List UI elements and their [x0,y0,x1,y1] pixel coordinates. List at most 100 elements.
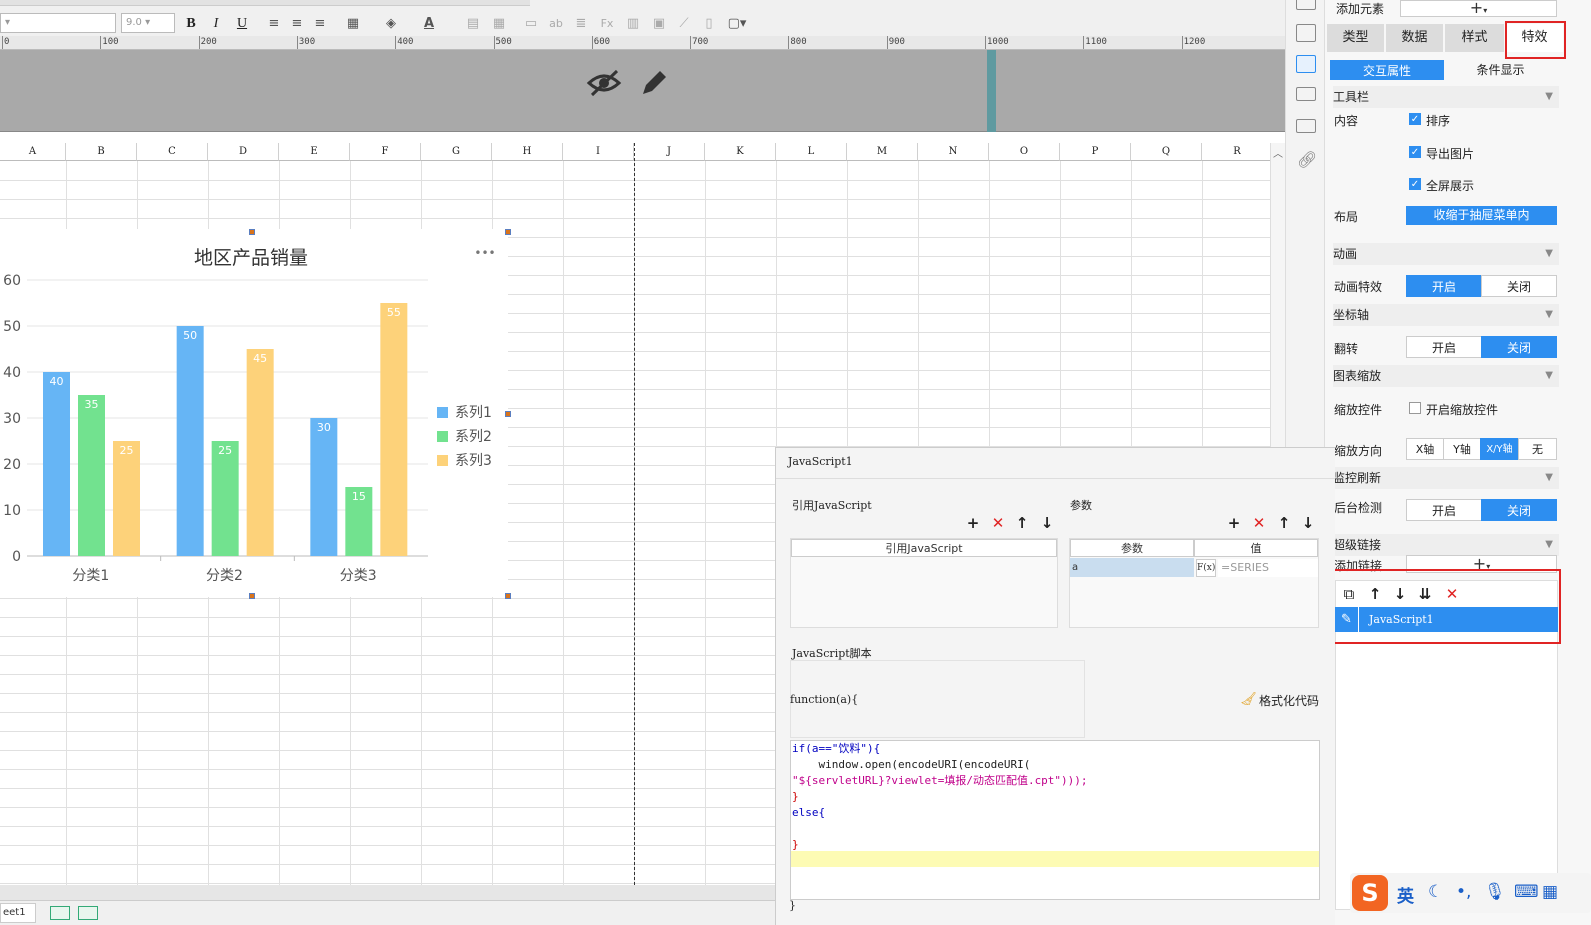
legend-label[interactable]: 系列2 [455,429,492,445]
textbox-icon[interactable]: ▭ [520,13,542,35]
hide-eye-icon[interactable] [586,68,622,98]
add-element-button[interactable]: +▾ [1400,0,1557,17]
chart-more-menu[interactable]: ••• [474,246,495,260]
column-header-i[interactable]: I [563,143,634,161]
zoom-dir-xy[interactable]: X/Y轴 [1480,438,1519,460]
column-header-e[interactable]: E [279,143,350,161]
italic-button[interactable]: I [205,13,227,35]
align-right-icon[interactable]: ≡ [309,13,331,35]
border-icon[interactable]: ▦ [342,13,364,35]
column-header-a[interactable]: A [0,143,66,161]
animation-on-button[interactable]: 开启 [1406,275,1482,297]
keyboard-icon[interactable]: ⌨ [1514,882,1539,902]
backend-off-button[interactable]: 关闭 [1481,499,1557,521]
grid-menu-icon[interactable]: ▦ [1542,882,1558,902]
column-header-h[interactable]: H [492,143,563,161]
add-ref-icon[interactable]: + [965,515,981,531]
resize-handle-bottom-right[interactable] [505,593,511,599]
ime-language-toggle[interactable]: 英 [1397,882,1414,907]
font-family-select[interactable]: ▾ [0,13,116,33]
bar[interactable] [43,372,70,556]
zoom-dir-y[interactable]: Y轴 [1443,438,1481,460]
move-param-down-icon[interactable]: ↓ [1300,515,1316,531]
column-header-k[interactable]: K [705,143,776,161]
bold-button[interactable]: B [180,13,202,35]
delete-param-icon[interactable]: ✕ [1251,515,1267,531]
legend-swatch[interactable] [437,407,448,418]
column-header-p[interactable]: P [1060,143,1131,161]
bar[interactable] [113,441,140,556]
section-axis[interactable]: 坐标轴 ▼ [1333,304,1559,326]
document-tab-strip[interactable] [0,0,530,6]
column-header-f[interactable]: F [350,143,421,161]
layout-icon[interactable] [1296,0,1316,10]
zoom-control-checkbox[interactable] [1409,402,1421,414]
frame-icon[interactable]: ▢▾ [726,13,748,35]
dataset-icon[interactable] [1296,24,1316,42]
bar[interactable] [176,326,204,556]
align-center-icon[interactable]: ≡ [286,13,308,35]
section-monitor-refresh[interactable]: 监控刷新 ▼ [1333,467,1559,489]
param-value-input[interactable]: =SERIES [1218,559,1318,577]
broom-icon[interactable]: 🧹︎ [1240,692,1257,707]
add-param-icon[interactable]: + [1226,515,1242,531]
font-size-select[interactable]: 9.0 ▾ [121,13,175,33]
edit-pencil-icon[interactable] [638,67,670,99]
legend-label[interactable]: 系列1 [455,405,492,421]
wrap-icon[interactable]: ≣ [570,13,592,35]
merge-cells-icon[interactable]: ▤ [462,13,484,35]
column-header-q[interactable]: Q [1131,143,1202,161]
subtab-condition[interactable]: 条件显示 [1444,60,1557,80]
resize-handle-bottom[interactable] [249,593,255,599]
zoom-dir-x[interactable]: X轴 [1406,438,1444,460]
flip-on-button[interactable]: 开启 [1406,336,1482,358]
resize-handle-right[interactable] [505,411,511,417]
bar[interactable] [246,349,274,556]
font-color-icon[interactable]: A [418,13,440,35]
fill-color-icon[interactable]: ◈ [380,13,402,35]
delete-ref-icon[interactable]: ✕ [990,515,1006,531]
column-header-b[interactable]: B [66,143,137,161]
bar[interactable] [380,303,408,556]
column-header-l[interactable]: L [776,143,847,161]
column-header-c[interactable]: C [137,143,208,161]
band-resize-handle[interactable] [987,50,996,132]
widget-settings-icon[interactable] [1296,55,1316,73]
punctuation-icon[interactable]: •, [1456,882,1471,902]
insert-image-icon[interactable]: ▣ [648,13,670,35]
flip-off-button[interactable]: 关闭 [1481,336,1557,358]
formula-button[interactable]: F(x) [1196,559,1216,577]
column-header-r[interactable]: R [1202,143,1270,161]
insert-chart-icon[interactable]: ▥ [622,13,644,35]
column-header-n[interactable]: N [918,143,989,161]
slash-icon[interactable]: ⟋ [673,13,695,35]
column-header-j[interactable]: J [634,143,705,161]
text-ab-icon[interactable]: ab [545,13,567,35]
add-sheet-icon[interactable] [50,906,70,920]
backend-on-button[interactable]: 开启 [1406,499,1482,521]
move-ref-down-icon[interactable]: ↓ [1039,515,1055,531]
zoom-dir-none[interactable]: 无 [1518,438,1557,460]
legend-swatch[interactable] [437,431,448,442]
horizontal-scrollbar[interactable] [0,885,775,900]
bar[interactable] [211,441,239,556]
ref-js-table[interactable]: 引用JavaScript [790,538,1058,628]
resize-handle-top[interactable] [249,229,255,235]
bar[interactable] [310,418,338,556]
microphone-icon[interactable]: 🎙︎ [1484,882,1506,902]
tab-data[interactable]: 数据 [1386,24,1444,52]
section-animation[interactable]: 动画 ▼ [1333,243,1559,265]
section-toolbar[interactable]: 工具栏 ▼ [1333,86,1559,108]
tab-style[interactable]: 样式 [1445,24,1505,52]
table-icon[interactable]: ▦ [488,13,510,35]
bar-chart-widget[interactable]: 地区产品销量 ••• 0 10 20 30 40 50 60 40 35 25 分类1 50 25 45 分类2… [0,229,508,597]
window-icon[interactable] [1296,87,1316,101]
move-param-up-icon[interactable]: ↑ [1276,515,1292,531]
sheet-tab[interactable]: eet1 [0,903,36,923]
column-header-d[interactable]: D [208,143,279,161]
moon-icon[interactable]: ☾ [1428,882,1443,902]
move-ref-up-icon[interactable]: ↑ [1014,515,1030,531]
underline-button[interactable]: U [231,13,253,35]
align-left-icon[interactable]: ≡ [263,13,285,35]
tab-type[interactable]: 类型 [1327,24,1385,52]
